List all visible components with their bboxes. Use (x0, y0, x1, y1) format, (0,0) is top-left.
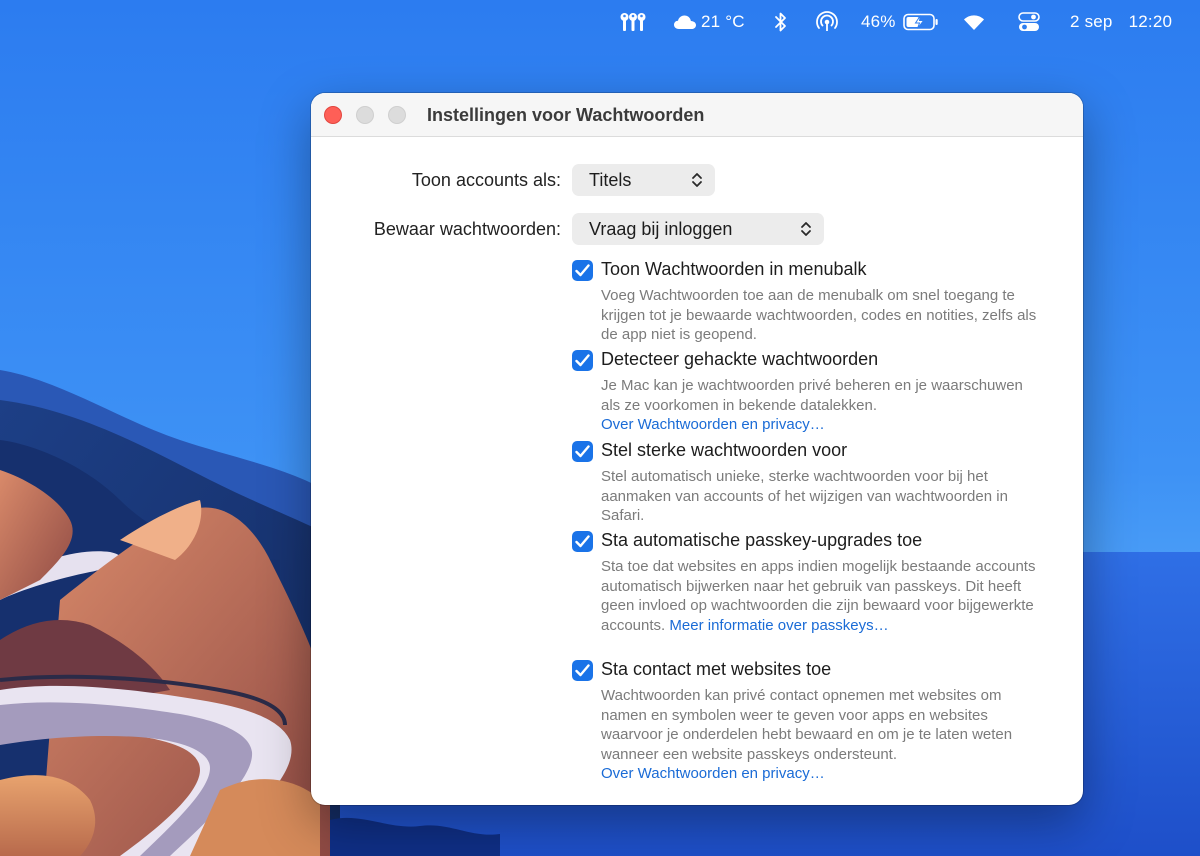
checkmark-icon (575, 354, 590, 367)
suggest-strong-checkbox[interactable] (572, 441, 593, 462)
chevron-up-down-icon (801, 222, 811, 236)
menubar-clock[interactable]: 2 sep 12:20 (1070, 0, 1172, 44)
checkmark-icon (575, 445, 590, 458)
checkmark-icon (575, 535, 590, 548)
privacy-link[interactable]: Over Wachtwoorden en privacy… (601, 416, 825, 433)
privacy-link[interactable]: Over Wachtwoorden en privacy… (601, 765, 825, 782)
option-description-text: Wachtwoorden kan privé contact opnemen m… (601, 687, 1013, 763)
chevron-up-down-icon (692, 173, 702, 187)
save-passwords-label: Bewaar wachtwoorden: (373, 219, 561, 239)
passwords-settings-window: Instellingen voor Wachtwoorden Toon acco… (311, 93, 1083, 805)
time-text: 12:20 (1128, 12, 1173, 31)
option-description: Je Mac kan je wachtwoorden privé beheren… (601, 376, 1041, 435)
option-title: Sta contact met websites toe (601, 659, 832, 679)
temperature-text: 21 °C (701, 12, 745, 31)
option-description-text: Je Mac kan je wachtwoorden privé beheren… (601, 377, 1023, 414)
option-description: Stel automatisch unieke, sterke wachtwoo… (601, 467, 1041, 526)
option-description-text: Voeg Wachtwoorden toe aan de menubalk om… (601, 287, 1037, 344)
battery-charging-icon (902, 13, 938, 31)
contact-websites-checkbox[interactable] (572, 660, 593, 681)
detect-compromised-checkbox[interactable] (572, 350, 593, 371)
checkmark-icon (575, 664, 590, 677)
control-center-icon[interactable] (1018, 0, 1040, 44)
option-title: Toon Wachtwoorden in menubalk (601, 259, 867, 279)
passkey-upgrades-checkbox[interactable] (572, 531, 593, 552)
show-in-menubar-checkbox[interactable] (572, 260, 593, 281)
checkmark-icon (575, 264, 590, 277)
option-title: Detecteer gehackte wachtwoorden (601, 349, 879, 369)
passkeys-info-link[interactable]: Meer informatie over passkeys… (669, 617, 888, 634)
save-passwords-value: Vraag bij inloggen (589, 219, 733, 239)
window-titlebar[interactable]: Instellingen voor Wachtwoorden (311, 93, 1083, 137)
passwords-key-icon[interactable] (620, 0, 646, 44)
weather-widget[interactable]: 21 °C (673, 0, 745, 44)
battery-status[interactable]: 46% (861, 0, 939, 44)
close-window-button[interactable] (324, 106, 342, 124)
option-title: Stel sterke wachtwoorden voor (601, 440, 848, 460)
bluetooth-icon[interactable] (774, 0, 788, 44)
wifi-icon[interactable] (962, 0, 986, 44)
airdrop-icon[interactable] (815, 0, 839, 44)
option-description-text: Stel automatisch unieke, sterke wachtwoo… (601, 468, 1008, 525)
date-text: 2 sep (1070, 12, 1113, 31)
show-accounts-label: Toon accounts als: (411, 170, 561, 190)
window-title: Instellingen voor Wachtwoorden (427, 105, 705, 125)
option-title: Sta automatische passkey-upgrades toe (601, 530, 923, 550)
option-description: Voeg Wachtwoorden toe aan de menubalk om… (601, 286, 1041, 345)
option-description: Wachtwoorden kan privé contact opnemen m… (601, 686, 1041, 784)
show-accounts-popup[interactable]: Titels (572, 164, 715, 196)
show-accounts-value: Titels (589, 170, 632, 190)
menu-bar: 21 °C 46% 2 sep 12:20 (0, 0, 1200, 44)
zoom-window-button[interactable] (388, 106, 406, 124)
cloud-icon (674, 15, 696, 29)
minimize-window-button[interactable] (356, 106, 374, 124)
save-passwords-popup[interactable]: Vraag bij inloggen (572, 213, 824, 245)
option-description: Sta toe dat websites en apps indien moge… (601, 557, 1041, 635)
battery-percent-text: 46% (861, 12, 896, 31)
